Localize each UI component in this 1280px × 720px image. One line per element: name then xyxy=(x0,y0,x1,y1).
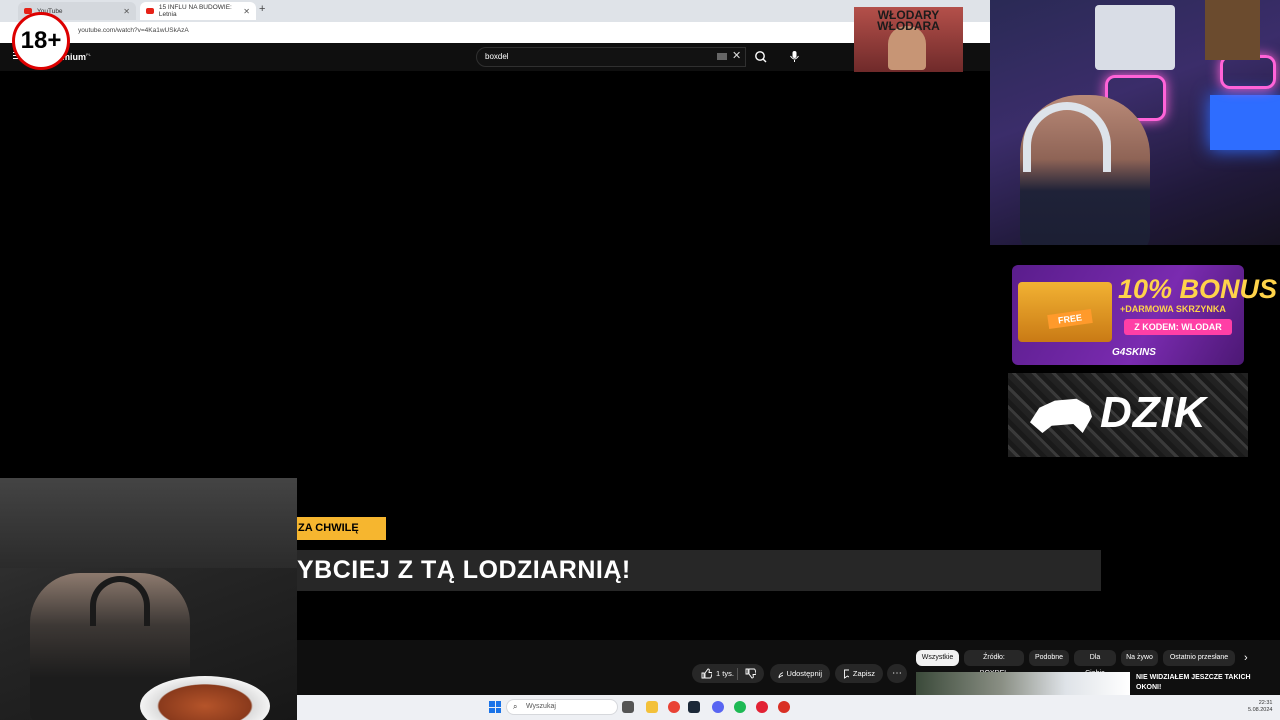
thumbs-up-icon xyxy=(701,668,712,679)
bonus-brand: G4SKINS xyxy=(1112,347,1156,358)
clear-search-icon[interactable]: ✕ xyxy=(732,49,741,62)
spotify-icon[interactable] xyxy=(734,701,746,713)
app-icon[interactable] xyxy=(756,701,768,713)
chrome-icon[interactable] xyxy=(668,701,680,713)
search-input[interactable] xyxy=(476,47,746,67)
more-actions-button[interactable]: ⋯ xyxy=(887,664,907,683)
chip-related[interactable]: Podobne xyxy=(1029,650,1069,666)
tab-label: 15 INFLU NA BUDOWIE: Letnia xyxy=(158,4,232,18)
discord-icon[interactable] xyxy=(712,701,724,713)
bookmark-icon xyxy=(844,669,849,679)
task-view-icon[interactable] xyxy=(622,701,634,713)
chip-for-you[interactable]: Dla Ciebie xyxy=(1074,650,1116,677)
share-button[interactable]: Udostępnij xyxy=(770,664,830,683)
neon-sign xyxy=(1220,55,1276,89)
divider xyxy=(737,667,738,680)
tab-video[interactable]: 15 INFLU NA BUDOWIE: Letnia ✕ xyxy=(140,2,256,20)
chip-source[interactable]: Źródło: BOXDEL xyxy=(964,650,1024,677)
share-icon xyxy=(778,671,783,678)
video-title-overlay: YBCIEJ Z TĄ LODZIARNIĄ! xyxy=(297,556,631,584)
app-icon[interactable] xyxy=(778,701,790,713)
guest-webcam xyxy=(0,478,297,720)
save-label: Zapisz xyxy=(852,669,875,678)
bonus-percent: 10% BONUS xyxy=(1118,274,1278,304)
chip-all[interactable]: Wszystkie xyxy=(916,650,959,666)
dzik-brand: DZIK xyxy=(1100,388,1207,437)
file-explorer-icon[interactable] xyxy=(646,701,658,713)
room-wall xyxy=(0,478,297,568)
bonus-code: Z KODEM: WLODAR xyxy=(1124,319,1232,335)
search-query[interactable]: boxdel xyxy=(485,52,509,61)
new-tab-button[interactable]: + xyxy=(259,3,265,15)
clock-time: 22:31 xyxy=(1258,700,1273,706)
url-text[interactable]: youtube.com/watch?v=4Ka1wUSkAzA xyxy=(78,27,189,34)
search-icon: ⌕ xyxy=(513,702,518,711)
like-count: 1 tys. xyxy=(716,669,734,678)
sticker-text: WŁODARY WŁODARA xyxy=(877,8,940,33)
taskbar-search-placeholder: Wyszukaj xyxy=(526,703,556,710)
share-label: Udostępnij xyxy=(786,669,822,678)
windows-start-icon[interactable] xyxy=(489,701,501,713)
chip-recent[interactable]: Ostatnio przesłane xyxy=(1163,650,1235,666)
like-button[interactable]: 1 tys. xyxy=(692,664,764,683)
chip-live[interactable]: Na żywo xyxy=(1121,650,1158,666)
wall-painting xyxy=(1205,0,1260,60)
wall-poster xyxy=(1095,5,1175,70)
neon-light xyxy=(1210,95,1280,150)
taskbar-search[interactable] xyxy=(506,699,618,715)
close-tab-icon[interactable]: ✕ xyxy=(123,7,130,16)
chevron-right-icon[interactable]: › xyxy=(1244,652,1248,664)
microphone-icon xyxy=(790,51,799,62)
voice-search-button[interactable] xyxy=(786,47,804,67)
bonus-subtitle: +DARMOWA SKRZYNKA xyxy=(1120,304,1226,314)
close-tab-icon[interactable]: ✕ xyxy=(243,7,250,16)
age-rating-badge: 18+ xyxy=(12,12,70,70)
thumbs-down-icon[interactable] xyxy=(744,668,756,679)
clock[interactable]: 22:31 5.08.2024 xyxy=(1248,700,1272,714)
search-button[interactable] xyxy=(750,47,772,67)
save-button[interactable]: Zapisz xyxy=(835,664,883,683)
streamer-webcam xyxy=(990,0,1280,245)
logo-region: PL xyxy=(86,52,92,57)
search-icon xyxy=(755,51,767,63)
keyboard-icon[interactable] xyxy=(717,53,727,60)
later-label: ZA CHWILĘ xyxy=(297,517,386,540)
recommended-title[interactable]: NIE WIDZIAŁEM JESZCZE TAKICH OKONI! xyxy=(1136,673,1256,693)
clock-date: 5.08.2024 xyxy=(1248,707,1273,713)
steam-icon[interactable] xyxy=(688,701,700,713)
youtube-icon xyxy=(146,8,154,14)
